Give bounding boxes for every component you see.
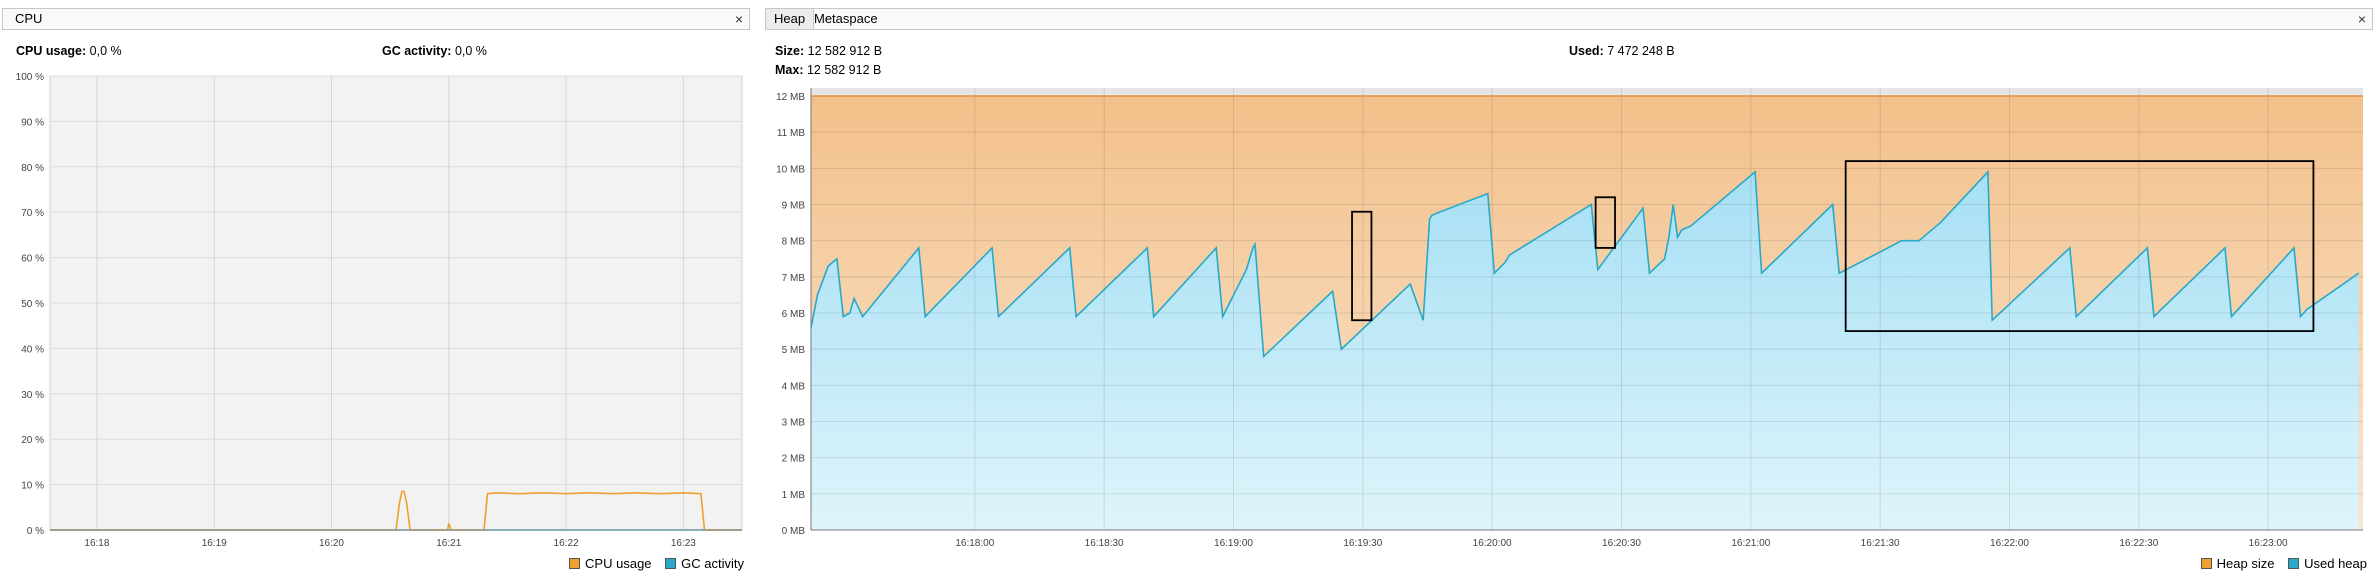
legend-cpu-usage: CPU usage [569, 556, 655, 571]
legend-used-heap: Used heap [2288, 556, 2367, 571]
cpu-x-tick-label: 16:18 [84, 538, 109, 549]
gc-activity-value: 0,0 % [454, 44, 487, 58]
heap-y-tick-label: 0 MB [782, 526, 806, 537]
cpu-x-tick-label: 16:23 [671, 538, 696, 549]
cpu-usage-stat: CPU usage: 0,0 % [16, 44, 122, 58]
heap-size-label: Size: [775, 44, 805, 58]
legend-heap-size-label: Heap size [2216, 556, 2275, 571]
cpu-legend: CPU usage GC activity [559, 556, 744, 571]
cpu-y-tick-label: 40 % [21, 344, 44, 355]
cpu-y-tick-label: 0 % [27, 526, 44, 537]
legend-gc-activity: GC activity [665, 556, 744, 571]
cpu-x-tick-label: 16:21 [436, 538, 461, 549]
cpu-y-tick-label: 20 % [21, 435, 44, 446]
cpu-chart: 0 % 10 % 20 % 30 % 40 % 50 % 60 % 70 % 80 % 90 % 1… [16, 72, 743, 549]
heap-tab-bar: Heap Metaspace × [765, 8, 2373, 30]
heap-panel: Heap Metaspace × Size: 12 582 912 B Max:… [763, 0, 2375, 580]
gc-activity-label: GC activity: [382, 44, 452, 58]
cpu-y-tick-label: 50 % [21, 299, 44, 310]
heap-x-tick-label: 16:18:30 [1085, 538, 1124, 549]
heap-y-tick-label: 2 MB [782, 454, 806, 465]
cpu-x-tick-label: 16:20 [319, 538, 344, 549]
legend-heap-size: Heap size [2200, 556, 2278, 571]
heap-x-tick-label: 16:19:00 [1214, 538, 1253, 549]
heap-chart: 0 MB 1 MB 2 MB 3 MB 4 MB 5 MB 6 MB 7 MB 8 MB 9 MB… [776, 88, 2363, 549]
cpu-y-tick-label: 60 % [21, 254, 44, 265]
heap-y-tick-label: 10 MB [776, 164, 805, 175]
cpu-tab-bar: CPU × [2, 8, 750, 30]
legend-cpu-usage-swatch [569, 558, 581, 569]
heap-y-tick-label: 3 MB [782, 418, 806, 429]
cpu-y-tick-label: 90 % [21, 117, 44, 128]
heap-used-label: Used: [1569, 44, 1604, 58]
heap-close-icon[interactable]: × [2358, 11, 2366, 27]
cpu-y-tick-label: 80 % [21, 163, 44, 174]
heap-y-tick-label: 12 MB [776, 92, 805, 103]
cpu-close-icon[interactable]: × [735, 11, 743, 27]
heap-y-tick-label: 7 MB [782, 273, 806, 284]
heap-used-stat: Used: 7 472 248 B [1569, 44, 1675, 58]
heap-x-tick-label: 16:23:00 [2249, 538, 2288, 549]
heap-x-tick-label: 16:21:00 [1731, 538, 1770, 549]
heap-x-tick-label: 16:20:00 [1473, 538, 1512, 549]
heap-x-tick-label: 16:19:30 [1343, 538, 1382, 549]
legend-used-heap-label: Used heap [2304, 556, 2367, 571]
cpu-x-tick-label: 16:22 [554, 538, 579, 549]
heap-y-tick-label: 4 MB [782, 381, 806, 392]
heap-x-tick-label: 16:22:00 [1990, 538, 2029, 549]
legend-heap-size-swatch [2200, 558, 2212, 569]
heap-y-tick-label: 8 MB [782, 237, 806, 248]
cpu-usage-label: CPU usage: [16, 44, 87, 58]
cpu-panel: CPU × CPU usage: 0,0 % GC activity: 0,0 … [0, 0, 752, 580]
heap-size-stat: Size: 12 582 912 B [775, 44, 882, 58]
cpu-usage-value: 0,0 % [89, 44, 122, 58]
heap-x-tick-label: 16:22:30 [2119, 538, 2158, 549]
heap-x-tick-label: 16:18:00 [955, 538, 994, 549]
cpu-y-tick-label: 30 % [21, 390, 44, 401]
legend-used-heap-swatch [2288, 558, 2300, 569]
cpu-x-tick-label: 16:19 [202, 538, 227, 549]
tab-metaspace[interactable]: Metaspace [806, 8, 886, 30]
cpu-y-tick-label: 70 % [21, 208, 44, 219]
legend-cpu-usage-label: CPU usage [585, 556, 652, 571]
heap-x-tick-label: 16:20:30 [1602, 538, 1641, 549]
heap-used-value: 7 472 248 B [1607, 44, 1675, 58]
heap-y-tick-label: 9 MB [782, 201, 806, 212]
heap-size-value: 12 582 912 B [807, 44, 883, 58]
heap-y-tick-label: 5 MB [782, 345, 806, 356]
legend-gc-activity-label: GC activity [681, 556, 744, 571]
cpu-y-tick-label: 10 % [21, 481, 44, 492]
heap-legend: Heap size Used heap [2191, 556, 2367, 571]
gc-activity-stat: GC activity: 0,0 % [382, 44, 487, 58]
cpu-y-tick-label: 100 % [16, 72, 44, 83]
legend-gc-activity-swatch [665, 558, 677, 569]
heap-y-tick-label: 6 MB [782, 309, 806, 320]
heap-y-tick-label: 1 MB [782, 490, 806, 501]
heap-x-tick-label: 16:21:30 [1861, 538, 1900, 549]
tab-cpu[interactable]: CPU [7, 8, 50, 30]
heap-y-tick-label: 11 MB [777, 128, 805, 139]
